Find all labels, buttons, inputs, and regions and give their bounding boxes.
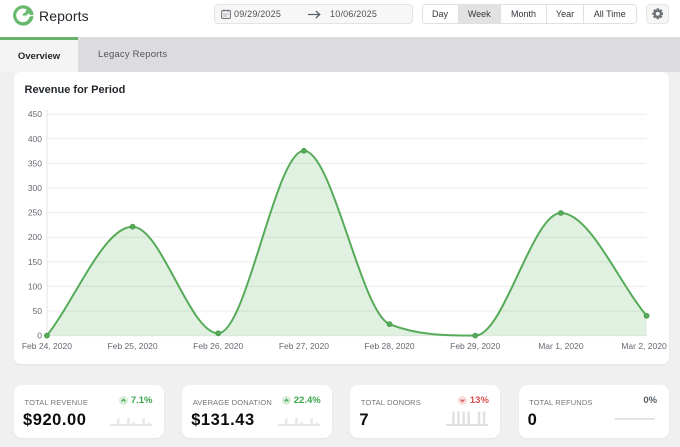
- svg-text:Mar 2, 2020: Mar 2, 2020: [621, 341, 667, 351]
- svg-text:Feb 27, 2020: Feb 27, 2020: [279, 341, 329, 351]
- svg-text:200: 200: [28, 232, 42, 242]
- svg-text:50: 50: [33, 306, 43, 316]
- svg-text:350: 350: [28, 158, 42, 168]
- svg-text:Feb 25, 2020: Feb 25, 2020: [108, 341, 158, 351]
- svg-text:Mar 1, 2020: Mar 1, 2020: [538, 341, 584, 351]
- svg-text:400: 400: [28, 134, 42, 144]
- svg-text:250: 250: [28, 208, 42, 218]
- svg-text:450: 450: [28, 109, 42, 119]
- svg-text:Feb 28, 2020: Feb 28, 2020: [365, 341, 415, 351]
- svg-text:150: 150: [28, 257, 42, 267]
- svg-text:0: 0: [37, 331, 42, 341]
- svg-text:Feb 26, 2020: Feb 26, 2020: [193, 341, 243, 351]
- svg-text:100: 100: [28, 281, 42, 291]
- svg-text:300: 300: [28, 183, 42, 193]
- svg-text:Feb 29, 2020: Feb 29, 2020: [450, 341, 500, 351]
- svg-text:Feb 24, 2020: Feb 24, 2020: [22, 341, 72, 351]
